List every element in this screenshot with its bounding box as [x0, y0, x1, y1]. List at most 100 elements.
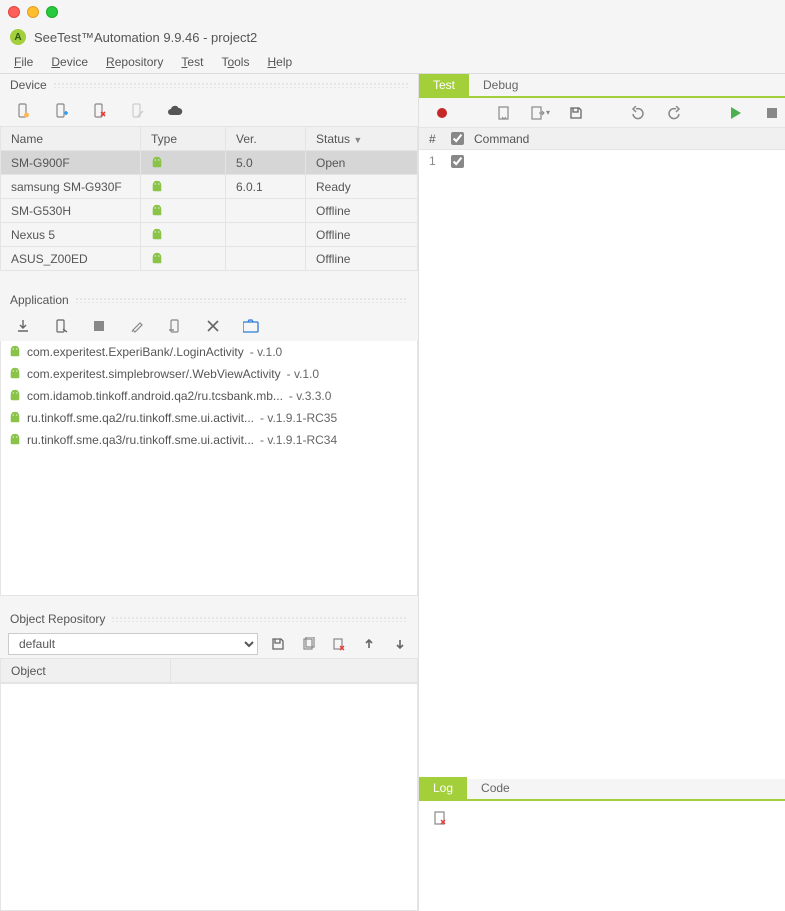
objrepo-save-icon[interactable]: [268, 633, 288, 655]
titlebar: [0, 0, 785, 24]
cmd-col-command[interactable]: Command: [474, 132, 529, 146]
device-name: SM-G530H: [1, 199, 141, 223]
app-stop-icon[interactable]: [88, 315, 110, 337]
app-clear-icon[interactable]: [126, 315, 148, 337]
undo-icon[interactable]: [627, 102, 649, 124]
device-name: SM-G900F: [1, 151, 141, 175]
device-row[interactable]: SM-G900F 5.0Open: [1, 151, 418, 175]
menu-device[interactable]: Device: [51, 55, 88, 69]
objrepo-col-blank[interactable]: [171, 659, 418, 683]
device-type-icon: [141, 247, 226, 271]
device-row[interactable]: ASUS_Z00EDOffline: [1, 247, 418, 271]
app-install-icon[interactable]: [12, 315, 34, 337]
menu-file[interactable]: File: [14, 55, 33, 69]
device-edit-icon[interactable]: [126, 100, 148, 122]
app-title-text: SeeTest™Automation 9.9.46 - project2: [34, 30, 257, 45]
application-panel-title: Application: [10, 293, 69, 307]
device-col-type[interactable]: Type: [141, 127, 226, 151]
app-version: - v.1.0: [250, 345, 282, 359]
device-add-icon[interactable]: [50, 100, 72, 122]
cmd-header-checkbox[interactable]: [451, 132, 464, 145]
app-name: com.experitest.ExperiBank/.LoginActivity: [27, 345, 244, 359]
objrepo-select[interactable]: default: [8, 633, 258, 655]
menu-test[interactable]: Test: [181, 55, 203, 69]
app-title-bar: A SeeTest™Automation 9.9.46 - project2: [0, 24, 785, 50]
menu-repository[interactable]: Repository: [106, 55, 163, 69]
application-list: com.experitest.ExperiBank/.LoginActivity…: [0, 341, 418, 596]
device-status: Ready: [306, 175, 418, 199]
device-col-name[interactable]: Name: [1, 127, 141, 151]
cmd-col-num[interactable]: #: [429, 132, 441, 146]
objrepo-panel-header: Object Repository: [0, 608, 418, 630]
window-zoom-button[interactable]: [46, 6, 58, 18]
cmd-row-checkbox[interactable]: [451, 155, 464, 168]
device-type-icon: [141, 199, 226, 223]
menu-help[interactable]: Help: [267, 55, 292, 69]
app-version: - v.1.9.1-RC34: [260, 433, 337, 447]
objrepo-col-object[interactable]: Object: [1, 659, 171, 683]
objrepo-delete-icon[interactable]: [329, 633, 349, 655]
app-name: com.idamob.tinkoff.android.qa2/ru.tcsban…: [27, 389, 283, 403]
objrepo-down-icon[interactable]: [390, 633, 410, 655]
device-remove-icon[interactable]: [88, 100, 110, 122]
tab-log[interactable]: Log: [419, 777, 467, 799]
device-toolbar: [0, 96, 418, 126]
app-version: - v.1.0: [287, 367, 319, 381]
test-toolbar: ▾ ▾: [419, 98, 785, 128]
application-panel-header: Application: [0, 289, 418, 311]
device-row[interactable]: Nexus 5Offline: [1, 223, 418, 247]
device-name: samsung SM-G930F: [1, 175, 141, 199]
device-col-status[interactable]: Status ▼: [306, 127, 418, 151]
device-ver: [226, 199, 306, 223]
record-icon[interactable]: [431, 102, 453, 124]
android-icon: [9, 345, 21, 359]
device-name: Nexus 5: [1, 223, 141, 247]
device-ver: 5.0: [226, 151, 306, 175]
command-row[interactable]: 1: [419, 150, 785, 172]
redo-icon[interactable]: [663, 102, 685, 124]
app-version: - v.3.3.0: [289, 389, 331, 403]
device-row[interactable]: SM-G530HOffline: [1, 199, 418, 223]
device-ver: [226, 223, 306, 247]
window-minimize-button[interactable]: [27, 6, 39, 18]
tab-test[interactable]: Test: [419, 74, 469, 96]
application-row[interactable]: com.idamob.tinkoff.android.qa2/ru.tcsban…: [1, 385, 417, 407]
app-name: com.experitest.simplebrowser/.WebViewAct…: [27, 367, 281, 381]
save-icon[interactable]: [565, 102, 587, 124]
command-table-header: # Command: [419, 128, 785, 150]
android-icon: [9, 433, 21, 447]
stop-icon[interactable]: [761, 102, 783, 124]
import-icon[interactable]: [493, 102, 515, 124]
right-tabs: Test Debug: [419, 74, 785, 98]
cloud-icon[interactable]: [164, 100, 186, 122]
device-refresh-icon[interactable]: [12, 100, 34, 122]
export-icon[interactable]: ▾: [529, 102, 551, 124]
run-icon[interactable]: [725, 102, 747, 124]
device-row[interactable]: samsung SM-G930F6.0.1Ready: [1, 175, 418, 199]
application-row[interactable]: ru.tinkoff.sme.qa3/ru.tinkoff.sme.ui.act…: [1, 429, 417, 451]
application-row[interactable]: com.experitest.ExperiBank/.LoginActivity…: [1, 341, 417, 363]
tab-debug[interactable]: Debug: [469, 74, 532, 96]
menu-tools[interactable]: Tools: [221, 55, 249, 69]
device-type-icon: [141, 151, 226, 175]
app-delete-icon[interactable]: [202, 315, 224, 337]
app-name: ru.tinkoff.sme.qa2/ru.tinkoff.sme.ui.act…: [27, 411, 254, 425]
objrepo-table: Object: [0, 658, 418, 683]
device-ver: [226, 247, 306, 271]
device-table-header-row: Name Type Ver. Status ▼: [1, 127, 418, 151]
device-panel-header: Device: [0, 74, 418, 96]
app-launch-icon[interactable]: [50, 315, 72, 337]
app-screenshot-icon[interactable]: [240, 315, 262, 337]
objrepo-up-icon[interactable]: [359, 633, 379, 655]
application-row[interactable]: ru.tinkoff.sme.qa2/ru.tinkoff.sme.ui.act…: [1, 407, 417, 429]
log-clear-icon[interactable]: [429, 807, 451, 829]
app-logo-icon: A: [10, 29, 26, 45]
objrepo-copy-icon[interactable]: [298, 633, 318, 655]
app-uninstall-icon[interactable]: [164, 315, 186, 337]
application-row[interactable]: com.experitest.simplebrowser/.WebViewAct…: [1, 363, 417, 385]
device-col-ver[interactable]: Ver.: [226, 127, 306, 151]
tab-code[interactable]: Code: [467, 777, 524, 799]
window-close-button[interactable]: [8, 6, 20, 18]
device-panel-title: Device: [10, 78, 47, 92]
device-status: Open: [306, 151, 418, 175]
